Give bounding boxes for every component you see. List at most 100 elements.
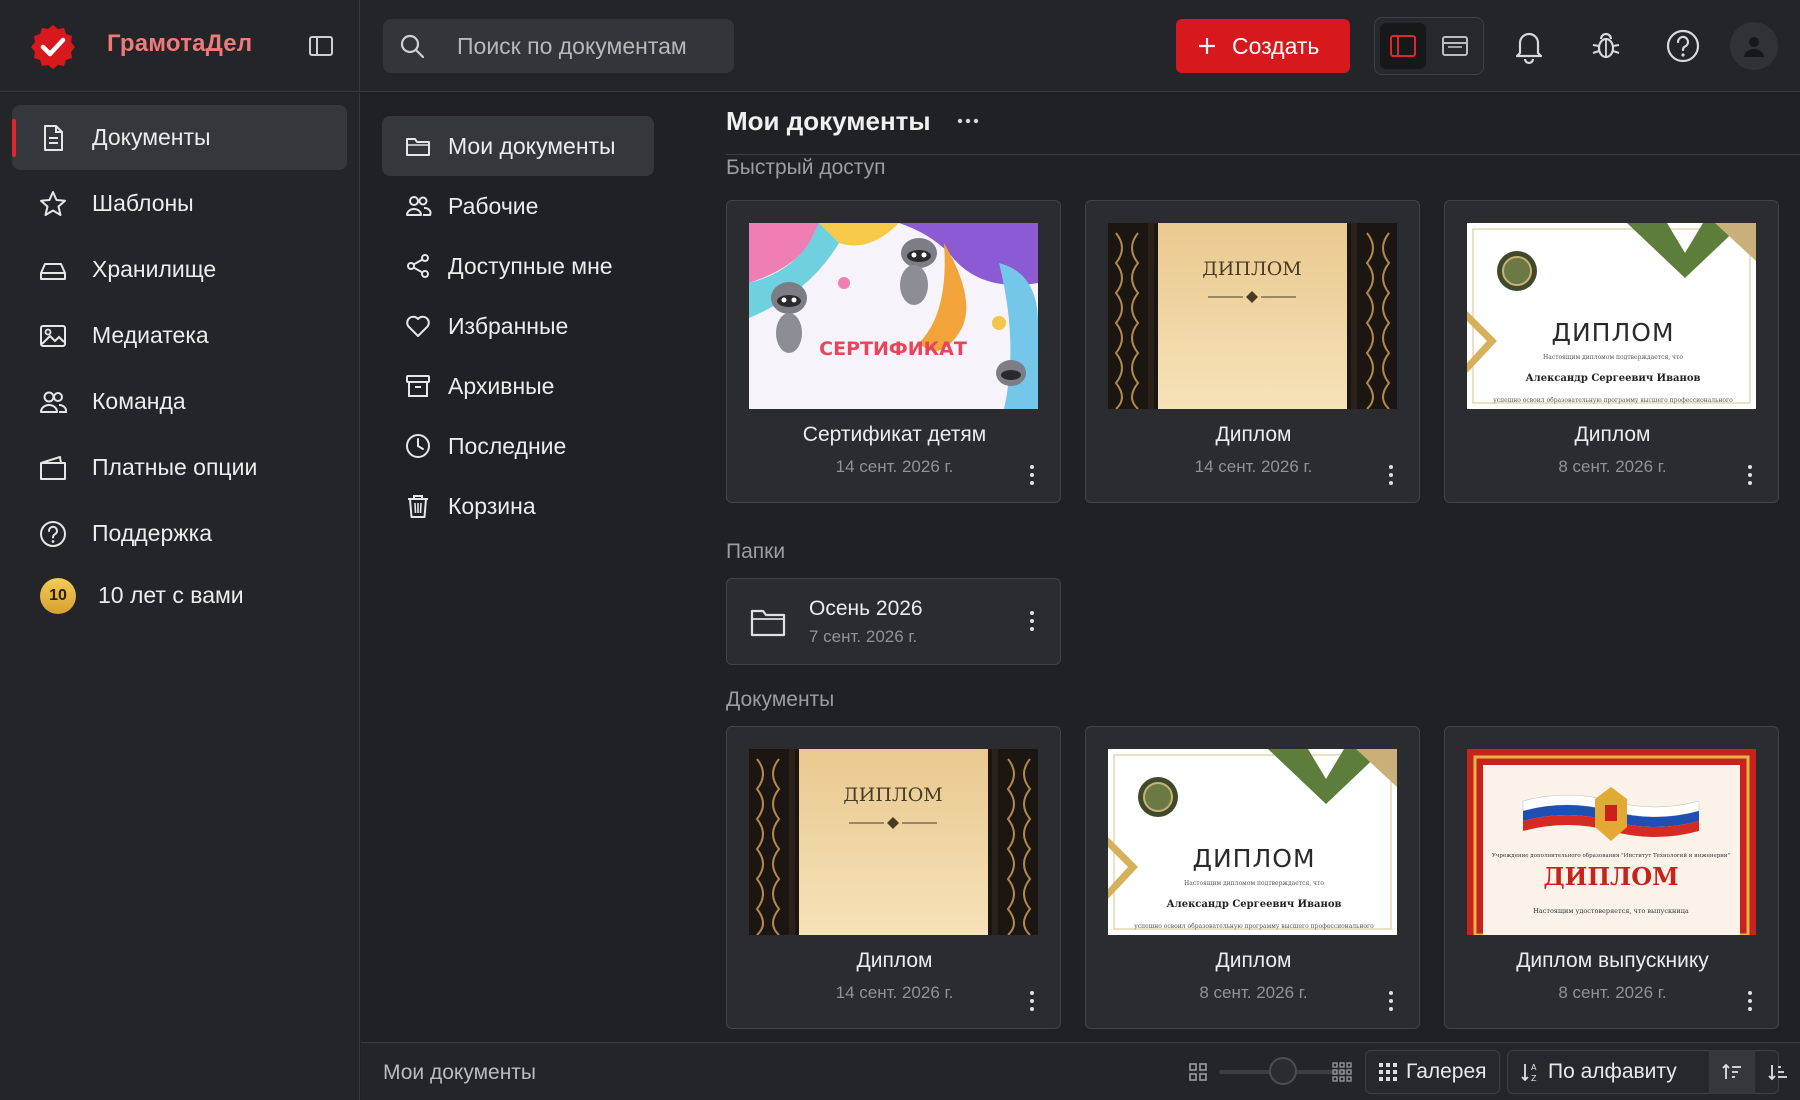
more-vertical-icon[interactable]: [1022, 987, 1042, 1015]
archive-icon: [406, 375, 430, 397]
create-button[interactable]: Создать: [1176, 19, 1350, 73]
anniversary-badge: 10: [40, 577, 76, 614]
sort-alpha-icon: A Z: [1521, 1063, 1537, 1083]
grid-large-icon[interactable]: [1331, 1061, 1353, 1083]
thumbnail-text: успешно освоил образовательную программу…: [1134, 923, 1374, 930]
thumbnail-person: Александр Сергеевич Иванов: [1526, 373, 1701, 384]
sort-ascending-button[interactable]: [1709, 1050, 1755, 1094]
thumbnail-title: ДИПЛОМ: [1551, 318, 1674, 347]
thumbnail-title: ДИПЛОМ: [1543, 862, 1678, 891]
sidebar-item-label: Шаблоны: [92, 190, 194, 216]
folder-name: Осень 2026: [809, 597, 923, 620]
thumbnail-title: ДИПЛОМ: [1202, 258, 1301, 280]
subnav-archived[interactable]: Архивные: [382, 356, 654, 416]
document-thumbnail: Учреждение дополнительного образования "…: [1467, 749, 1756, 935]
section-folders: Папки: [726, 540, 786, 563]
diploma-ornamental-image: ДИПЛОМ: [1108, 223, 1397, 409]
share-icon: [407, 254, 429, 278]
layout-toggle: [1374, 17, 1484, 75]
sidebar-item-label: Поддержка: [92, 520, 212, 546]
status-bar: Мои документы Галерея A Z По алфавиту: [361, 1042, 1800, 1100]
folder-card[interactable]: Осень 2026 7 сент. 2026 г.: [726, 578, 1061, 665]
document-date: 8 сент. 2026 г.: [1558, 983, 1667, 1002]
sidebar-item-templates[interactable]: Шаблоны: [12, 171, 347, 236]
more-vertical-icon[interactable]: [1381, 461, 1401, 489]
bell-icon[interactable]: [1510, 27, 1548, 65]
thumbnail-person: Александр Сергеевич Иванов: [1167, 899, 1342, 910]
avatar[interactable]: [1730, 22, 1778, 70]
subnav-recent[interactable]: Последние: [382, 416, 654, 476]
document-date: 8 сент. 2026 г.: [1199, 983, 1308, 1002]
subnav-label: Корзина: [448, 492, 536, 519]
search-icon: [400, 34, 425, 59]
subnav-trash[interactable]: Корзина: [382, 476, 654, 536]
sidebar: Документы Шаблоны Хранилище Медиатека Ко…: [0, 93, 360, 1100]
search-input[interactable]: [457, 19, 727, 73]
question-icon: [40, 520, 66, 547]
create-label: Создать: [1232, 32, 1320, 59]
zoom-slider-handle[interactable]: [1269, 1057, 1297, 1085]
sidebar-item-label: Хранилище: [92, 256, 217, 282]
heart-icon: [406, 315, 430, 337]
sidebar-item-storage[interactable]: Хранилище: [12, 237, 347, 302]
help-icon[interactable]: [1664, 27, 1702, 65]
sidebar-item-anniversary[interactable]: 10 10 лет с вами: [12, 563, 347, 628]
document-name: Диплом: [1215, 423, 1292, 446]
grid-small-icon[interactable]: [1187, 1061, 1209, 1083]
document-card[interactable]: ДИПЛОМ Настоящим дипломом подтверждается…: [1085, 726, 1420, 1029]
thumbnail-title: ДИПЛОМ: [843, 784, 942, 806]
sort-ascending-icon: [1722, 1063, 1741, 1079]
document-card[interactable]: ДИПЛОМ Диплом 14 сент. 2026 г.: [1085, 200, 1420, 503]
subnav-favorites[interactable]: Избранные: [382, 296, 654, 356]
search-box[interactable]: [383, 19, 734, 73]
document-thumbnail: ДИПЛОМ: [749, 749, 1038, 935]
subnav-label: Архивные: [448, 372, 555, 399]
sidebar-item-label: 10 лет с вами: [98, 582, 244, 608]
folder-icon: [406, 138, 430, 156]
more-vertical-icon[interactable]: [1022, 461, 1042, 489]
document-card[interactable]: Учреждение дополнительного образования "…: [1444, 726, 1779, 1029]
diploma-modern-image: ДИПЛОМ Настоящим дипломом подтверждается…: [1108, 749, 1397, 935]
more-vertical-icon[interactable]: [1381, 987, 1401, 1015]
thumbnail-text: Настоящим дипломом подтверждается, что: [1184, 880, 1324, 887]
thumbnail-org: Учреждение дополнительного образования "…: [1492, 852, 1730, 859]
media-icon: [40, 324, 66, 347]
sort-descending-button[interactable]: [1755, 1050, 1800, 1094]
thumbnail-text: Настоящим дипломом подтверждается, что: [1543, 354, 1683, 361]
more-horizontal-icon[interactable]: [952, 106, 984, 136]
view-mode-button[interactable]: Галерея: [1365, 1050, 1500, 1094]
sidebar-item-documents[interactable]: Документы: [12, 105, 347, 170]
folder-icon: [750, 609, 786, 637]
logo-check-icon[interactable]: [30, 24, 76, 70]
document-name: Диплом: [856, 949, 933, 972]
document-card[interactable]: ДИПЛОМ Настоящим дипломом подтверждается…: [1444, 200, 1779, 503]
document-card[interactable]: СЕРТИФИКАТ Сертификат детям 14 сент. 202…: [726, 200, 1061, 503]
subnav-shared[interactable]: Доступные мне: [382, 236, 654, 296]
top-bar: ГрамотаДел Создать: [0, 0, 1800, 92]
sidebar-item-media[interactable]: Медиатека: [12, 303, 347, 368]
app-name[interactable]: ГрамотаДел: [107, 30, 252, 58]
users-icon: [406, 196, 432, 216]
document-thumbnail: ДИПЛОМ Настоящим дипломом подтверждается…: [1467, 223, 1756, 409]
sidebar-item-team[interactable]: Команда: [12, 369, 347, 434]
divider: [726, 154, 1800, 155]
bug-icon[interactable]: [1587, 27, 1625, 65]
sidebar-toggle-icon[interactable]: [305, 30, 337, 62]
page-title: Мои документы: [726, 106, 931, 136]
sidebar-item-support[interactable]: Поддержка: [12, 501, 347, 566]
subnav-work[interactable]: Рабочие: [382, 176, 654, 236]
sidebar-item-paid-options[interactable]: Платные опции: [12, 435, 347, 500]
document-date: 8 сент. 2026 г.: [1558, 457, 1667, 476]
diploma-ornamental-image: ДИПЛОМ: [749, 749, 1038, 935]
subnav-my-documents[interactable]: Мои документы: [382, 116, 654, 176]
more-vertical-icon[interactable]: [1740, 461, 1760, 489]
section-quick-access: Быстрый доступ: [726, 156, 886, 179]
layout-tabs-button[interactable]: [1432, 23, 1478, 69]
layout-sidebar-button[interactable]: [1380, 23, 1426, 69]
document-thumbnail: СЕРТИФИКАТ: [749, 223, 1038, 409]
document-name: Сертификат детям: [802, 423, 987, 446]
subnav-label: Избранные: [448, 312, 569, 339]
document-card[interactable]: ДИПЛОМ Диплом 14 сент. 2026 г.: [726, 726, 1061, 1029]
more-vertical-icon[interactable]: [1022, 607, 1042, 635]
more-vertical-icon[interactable]: [1740, 987, 1760, 1015]
